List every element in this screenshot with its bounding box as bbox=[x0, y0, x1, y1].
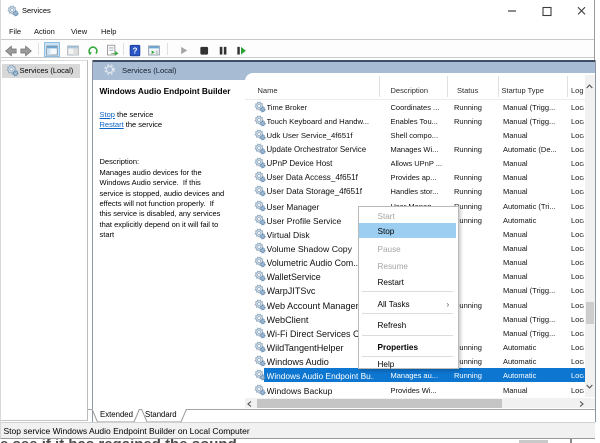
svg-text:?: ? bbox=[132, 46, 137, 55]
